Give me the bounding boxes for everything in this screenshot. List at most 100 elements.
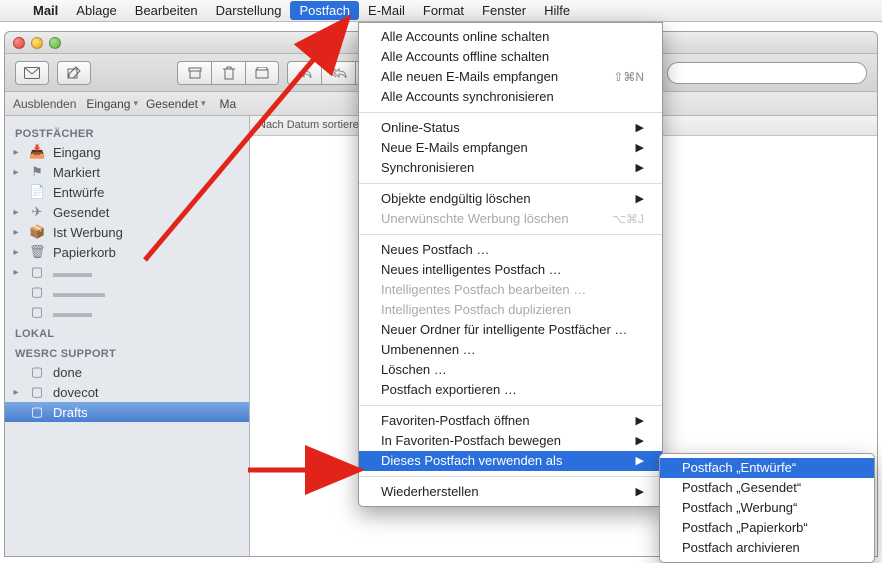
sidebar-item-eingang[interactable]: ▸📥Eingang (5, 142, 249, 162)
menu-item-label: Intelligentes Postfach bearbeiten … (381, 281, 586, 299)
sidebar-folder-done[interactable]: ▢done (5, 362, 249, 382)
sidebar-item-label: Eingang (53, 145, 101, 160)
menubar-item-hilfe[interactable]: Hilfe (535, 1, 579, 20)
menu-item[interactable]: Wiederherstellen▶ (359, 482, 662, 502)
menu-item-label: Favoriten-Postfach öffnen (381, 412, 530, 430)
menu-item-label: Intelligentes Postfach duplizieren (381, 301, 571, 319)
menu-item-label: Alle Accounts synchronisieren (381, 88, 554, 106)
sidebar-item-label: dovecot (53, 385, 99, 400)
menu-item[interactable]: Synchronisieren▶ (359, 158, 662, 178)
menu-item-label: Postfach exportieren … (381, 381, 517, 399)
submenu-arrow-icon: ▶ (636, 432, 644, 450)
reply-all-button[interactable] (321, 61, 355, 85)
sidebar-item-entwürfe[interactable]: 📄Entwürfe (5, 182, 249, 202)
submenu-arrow-icon: ▶ (636, 452, 644, 470)
menu-separator (359, 234, 662, 235)
junk-icon: 📦 (29, 224, 45, 240)
sidebar: POSTFÄCHER ▸📥Eingang▸⚑Markiert📄Entwürfe▸… (5, 116, 250, 556)
menu-item[interactable]: Neue E-Mails empfangen ▶ (359, 138, 662, 158)
menu-item-label: Neues Postfach … (381, 241, 489, 259)
menu-item[interactable]: In Favoriten-Postfach bewegen ▶ (359, 431, 662, 451)
sidebar-item-papierkorb[interactable]: ▸🗑Papierkorb (5, 242, 249, 262)
disclosure-triangle-icon[interactable]: ▸ (11, 247, 21, 258)
sidebar-folder-dovecot[interactable]: ▸ ▢ dovecot (5, 382, 249, 402)
menu-item[interactable]: Alle Accounts online schalten (359, 27, 662, 47)
submenu-item[interactable]: Postfach „Papierkorb“ (660, 518, 874, 538)
menubar-item-ablage[interactable]: Ablage (67, 1, 125, 20)
archive-button[interactable] (177, 61, 211, 85)
get-mail-button[interactable] (15, 61, 49, 85)
menu-item[interactable]: Online-Status▶ (359, 118, 662, 138)
submenu-arrow-icon: ▶ (636, 190, 644, 208)
disclosure-triangle-icon[interactable]: ▸ (11, 207, 21, 218)
menu-separator (359, 183, 662, 184)
disclosure-triangle-icon[interactable]: ▸ (11, 167, 21, 178)
menu-item-label: Alle Accounts online schalten (381, 28, 549, 46)
submenu-item[interactable]: Postfach „Werbung“ (660, 498, 874, 518)
submenu-item[interactable]: Postfach archivieren (660, 538, 874, 558)
menu-item-label: Alle neuen E-Mails empfangen (381, 68, 558, 86)
menu-item[interactable]: Neues intelligentes Postfach … (359, 260, 662, 280)
menubar-item-bearbeiten[interactable]: Bearbeiten (126, 1, 207, 20)
menu-item[interactable]: Alle Accounts synchronisieren (359, 87, 662, 107)
sidebar-item-ist werbung[interactable]: ▸ 📦 Ist Werbung (5, 222, 249, 242)
favorite-truncated[interactable]: Ma (216, 97, 241, 111)
disclosure-triangle-icon[interactable]: ▸ (11, 147, 21, 158)
menu-item: Unerwünschte Werbung löschen⌥⌘J (359, 209, 662, 229)
hide-sidebar-button[interactable]: Ausblenden (13, 97, 76, 111)
menu-separator (359, 405, 662, 406)
menubar-item-darstellung[interactable]: Darstellung (207, 1, 291, 20)
sidebar-blurred-item[interactable]: ▸▢▬▬▬ (5, 262, 249, 282)
submenu-arrow-icon: ▶ (636, 119, 644, 137)
sidebar-folder-drafts[interactable]: ▢Drafts (5, 402, 249, 422)
menu-item-label: In Favoriten-Postfach bewegen (381, 432, 561, 450)
menu-item[interactable]: Umbenennen … (359, 340, 662, 360)
folder-icon: ▢ (29, 384, 45, 400)
search-field[interactable] (667, 62, 867, 84)
menubar-item-e-mail[interactable]: E-Mail (359, 1, 414, 20)
submenu-item[interactable]: Postfach „Entwürfe“ (660, 458, 874, 478)
sidebar-blurred-item[interactable]: ▢▬▬▬ (5, 302, 249, 322)
disclosure-triangle-icon[interactable]: ▸ (11, 387, 21, 398)
sidebar-item-label: Ist Werbung (53, 225, 123, 240)
menu-item[interactable]: Neuer Ordner für intelligente Postfächer… (359, 320, 662, 340)
compose-button[interactable] (57, 61, 91, 85)
menu-item-label: Neues intelligentes Postfach … (381, 261, 562, 279)
submenu-arrow-icon: ▶ (636, 139, 644, 157)
menubar-item-format[interactable]: Format (414, 1, 473, 20)
sidebar-blurred-item[interactable]: ▢▬▬▬▬ (5, 282, 249, 302)
menu-item-label: Synchronisieren (381, 159, 474, 177)
menu-item[interactable]: Alle Accounts offline schalten (359, 47, 662, 67)
menu-item[interactable]: Löschen … (359, 360, 662, 380)
reply-button[interactable] (287, 61, 321, 85)
use-mailbox-as-submenu: Postfach „Entwürfe“Postfach „Gesendet“Po… (659, 453, 875, 563)
sidebar-section-mailboxes: POSTFÄCHER (5, 122, 249, 142)
menubar-item-postfach[interactable]: Postfach (290, 1, 359, 20)
menu-item-label: Neue E-Mails empfangen (381, 139, 528, 157)
sidebar-item-markiert[interactable]: ▸⚑Markiert (5, 162, 249, 182)
menubar-item-fenster[interactable]: Fenster (473, 1, 535, 20)
menu-item[interactable]: Dieses Postfach verwenden als▶ (359, 451, 662, 471)
menu-item[interactable]: Postfach exportieren … (359, 380, 662, 400)
sidebar-section-account: WESRC SUPPORT (5, 342, 249, 362)
favorite-item[interactable]: Eingang ▾ (82, 97, 142, 111)
sidebar-item-label: Papierkorb (53, 245, 116, 260)
disclosure-triangle-icon[interactable]: ▸ (11, 227, 21, 238)
app-name[interactable]: Mail (24, 1, 67, 20)
menu-item[interactable]: Alle neuen E-Mails empfangen⇧⌘N (359, 67, 662, 87)
sidebar-item-gesendet[interactable]: ▸✈︎Gesendet (5, 202, 249, 222)
menu-item-label: Wiederherstellen (381, 483, 479, 501)
menu-separator (359, 476, 662, 477)
sent-icon: ✈︎ (29, 204, 45, 220)
menu-item[interactable]: Neues Postfach … (359, 240, 662, 260)
submenu-arrow-icon: ▶ (636, 412, 644, 430)
junk-button[interactable] (245, 61, 279, 85)
flag-icon: ⚑ (29, 164, 45, 180)
menu-item-label: Löschen … (381, 361, 447, 379)
delete-button[interactable] (211, 61, 245, 85)
menu-item[interactable]: Favoriten-Postfach öffnen ▶ (359, 411, 662, 431)
submenu-item[interactable]: Postfach „Gesendet“ (660, 478, 874, 498)
favorite-item[interactable]: Gesendet ▾ (142, 97, 210, 111)
menu-item[interactable]: Objekte endgültig löschen▶ (359, 189, 662, 209)
menu-item: Intelligentes Postfach bearbeiten … (359, 280, 662, 300)
